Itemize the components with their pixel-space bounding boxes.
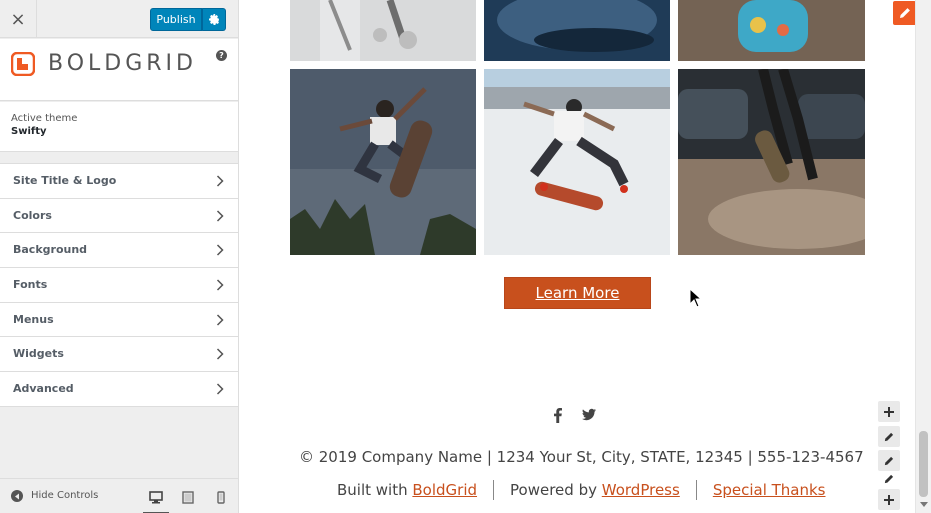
- section-label: Colors: [13, 208, 52, 222]
- pencil-icon: [884, 432, 894, 441]
- active-theme-label: Active theme: [11, 113, 78, 124]
- facebook-icon[interactable]: [552, 408, 564, 423]
- footer-copyright: © 2019 Company Name | 1234 Your St, City…: [299, 448, 864, 466]
- preview-tablet-button[interactable]: [175, 488, 201, 513]
- section-label: Fonts: [13, 278, 48, 292]
- section-widgets[interactable]: Widgets: [0, 337, 238, 373]
- chevron-right-icon: [216, 244, 224, 256]
- add-section-button[interactable]: [878, 401, 900, 422]
- gallery-image: [290, 0, 476, 61]
- close-customizer-button[interactable]: ×: [0, 0, 37, 38]
- divider: [695, 480, 697, 500]
- plus-icon: [884, 406, 894, 417]
- customizer-header: × Publish: [0, 0, 238, 38]
- section-label: Advanced: [13, 382, 74, 396]
- customizer-footer: Hide Controls: [0, 478, 238, 513]
- learn-more-button[interactable]: Learn More: [504, 277, 651, 309]
- chevron-right-icon: [216, 175, 224, 187]
- pencil-icon: [884, 474, 894, 483]
- scrollbar-thumb[interactable]: [919, 431, 928, 497]
- brand-name: BOLDGRID: [48, 51, 197, 76]
- publish-settings-button[interactable]: [202, 8, 226, 31]
- edit-section-button[interactable]: [893, 1, 915, 25]
- desktop-icon: [149, 491, 163, 504]
- mouse-cursor-icon: [689, 288, 703, 308]
- divider: [493, 480, 495, 500]
- preview-desktop-button[interactable]: [143, 488, 169, 513]
- section-site-title-logo[interactable]: Site Title & Logo: [0, 164, 238, 199]
- scroll-down-arrow-icon[interactable]: [920, 502, 928, 507]
- chevron-right-icon: [216, 210, 224, 222]
- section-menus[interactable]: Menus: [0, 302, 238, 338]
- boldgrid-logo-icon: [11, 52, 35, 76]
- built-with-text: Built with: [337, 481, 408, 499]
- section-label: Background: [13, 243, 88, 257]
- preview-mobile-button[interactable]: [208, 488, 234, 513]
- active-theme-panel: Active theme Swifty: [0, 102, 238, 152]
- publish-button[interactable]: Publish: [150, 8, 202, 31]
- site-preview: Learn More © 2019 Company Name | 1234 Yo…: [239, 0, 915, 513]
- gallery-image: [484, 69, 670, 255]
- pencil-icon: [884, 456, 894, 465]
- special-thanks-link[interactable]: Special Thanks: [713, 481, 826, 499]
- brand-panel: BOLDGRID ?: [0, 39, 238, 101]
- gallery-image: [484, 0, 670, 61]
- section-label: Widgets: [13, 347, 64, 361]
- gallery-image: [290, 69, 476, 255]
- chevron-right-icon: [216, 383, 224, 395]
- section-background[interactable]: Background: [0, 233, 238, 269]
- pencil-icon: [899, 8, 910, 18]
- section-label: Menus: [13, 312, 54, 326]
- gear-icon: [208, 14, 219, 25]
- customizer-sections: Site Title & Logo Colors Background Font…: [0, 163, 238, 407]
- gallery-image: [678, 0, 865, 61]
- preview-scrollbar[interactable]: [915, 0, 931, 513]
- wordpress-link[interactable]: WordPress: [602, 481, 680, 499]
- edit-row-button[interactable]: [878, 426, 900, 447]
- section-colors[interactable]: Colors: [0, 198, 238, 234]
- boldgrid-link[interactable]: BoldGrid: [412, 481, 477, 499]
- social-links: [552, 408, 596, 423]
- mobile-icon: [217, 491, 225, 504]
- edit-block-button[interactable]: [878, 468, 900, 489]
- active-theme-name: Swifty: [11, 126, 47, 137]
- add-block-button[interactable]: [878, 489, 900, 510]
- gallery-image: [678, 69, 865, 255]
- help-icon[interactable]: ?: [216, 50, 227, 61]
- section-label: Site Title & Logo: [13, 174, 117, 187]
- tablet-icon: [182, 491, 194, 504]
- chevron-right-icon: [216, 279, 224, 291]
- section-advanced[interactable]: Advanced: [0, 372, 238, 407]
- hide-controls-icon[interactable]: [11, 490, 23, 502]
- section-fonts[interactable]: Fonts: [0, 268, 238, 303]
- powered-by-text: Powered by: [510, 481, 597, 499]
- footer-credits: Built with BoldGrid Powered by WordPress…: [337, 480, 826, 500]
- customizer-sidebar: × Publish BOLDGRID ? Active theme Swifty…: [0, 0, 239, 513]
- twitter-icon[interactable]: [582, 408, 596, 421]
- chevron-right-icon: [216, 348, 224, 360]
- plus-icon: [884, 494, 894, 505]
- hide-controls-button[interactable]: Hide Controls: [31, 490, 98, 501]
- chevron-right-icon: [216, 314, 224, 326]
